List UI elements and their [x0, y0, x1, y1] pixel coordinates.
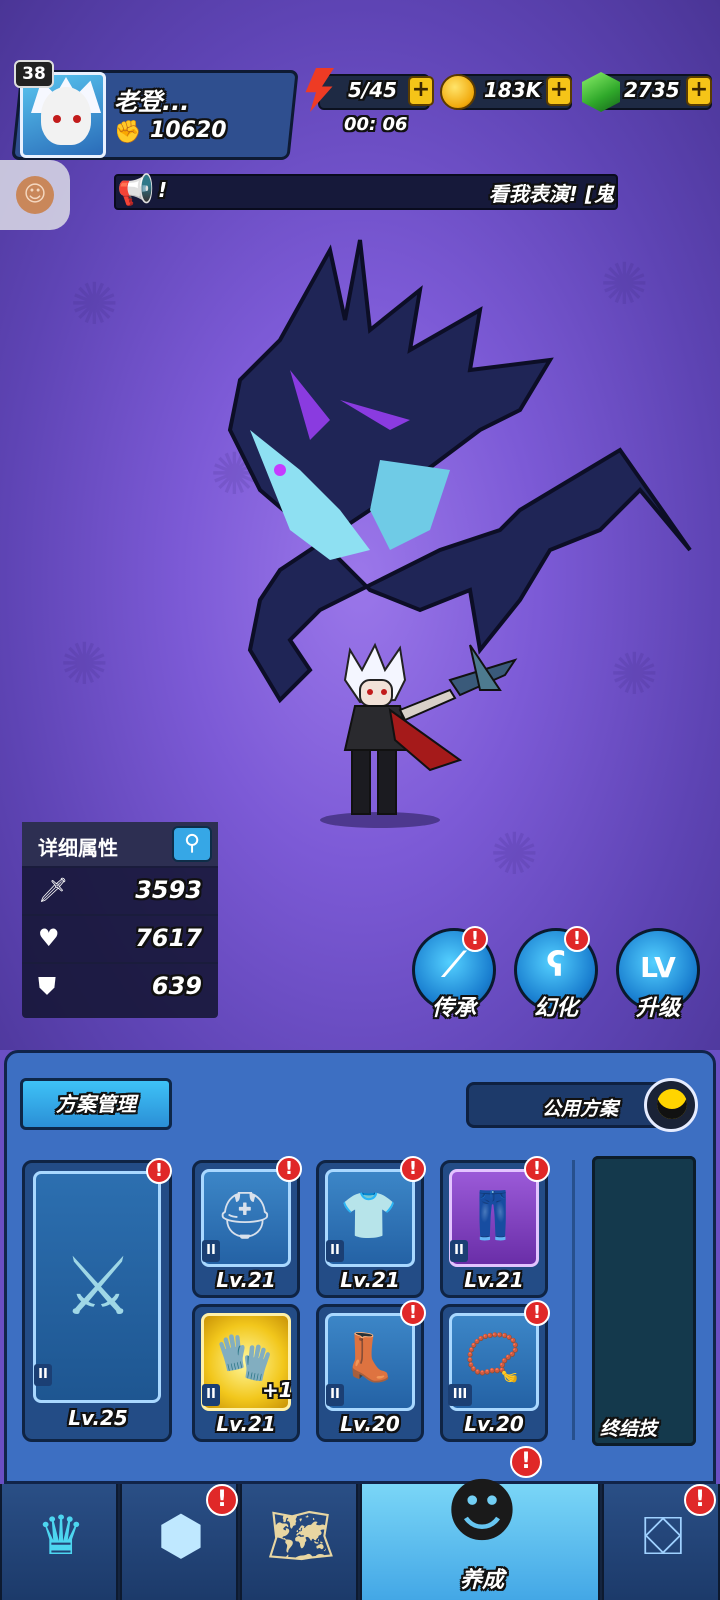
heart-icon: ♥: [38, 924, 60, 952]
inherit-icon: ⟋: [442, 945, 466, 985]
alert-badge: !: [276, 1156, 302, 1182]
sword-icon: 🗡: [38, 876, 69, 904]
alert-badge: !: [146, 1158, 172, 1184]
energy-timer: 00: 06: [344, 114, 408, 135]
hero-silhouette-icon: ☻: [445, 1470, 519, 1552]
alert-badge: !: [400, 1300, 426, 1326]
alert-badge: !: [206, 1484, 238, 1516]
gold-coin-icon: [440, 74, 476, 110]
stat-row-defense: ⛊ 639: [22, 962, 218, 1008]
ultimate-skill-label: 终结技: [600, 1418, 658, 1440]
gem-value: 2735: [624, 78, 680, 102]
search-icon: ⚲: [183, 831, 201, 856]
necklace-icon: 📿: [464, 1330, 522, 1384]
announcement-text: 看我表演! [鬼: [488, 182, 614, 206]
stats-title: 详细属性: [38, 836, 118, 860]
player-level-badge: 38: [14, 60, 54, 88]
level-up-icon: LV: [640, 951, 676, 984]
necklace-level: Lv.20: [464, 1412, 524, 1436]
gauntlet-level: Lv.21: [216, 1412, 276, 1436]
hero-character: [320, 642, 518, 828]
nav-tab-battle[interactable]: ♛: [0, 1484, 118, 1600]
pants-icon: 👖: [464, 1188, 522, 1242]
accessibility-icon: ☺: [16, 176, 54, 214]
treasure-map-icon: 🗺: [266, 1504, 336, 1567]
pants-level: Lv.21: [464, 1268, 524, 1292]
defense-value: 639: [151, 972, 202, 1000]
fist-icon: ✊: [114, 120, 142, 145]
add-gold-button[interactable]: +: [546, 76, 572, 106]
alert-badge: !: [510, 1446, 542, 1478]
nav-tab-develop[interactable]: ☻ 养成: [360, 1470, 600, 1600]
stat-row-attack: 🗡 3593: [22, 866, 218, 912]
public-plan-label: 公用方案: [542, 1098, 619, 1120]
alert-badge: !: [462, 926, 488, 952]
shield-icon: ⛊: [38, 972, 56, 1000]
nav-tab-map[interactable]: 🗺: [240, 1484, 358, 1600]
inherit-label: 传承: [431, 996, 476, 1021]
alert-badge: !: [564, 926, 590, 952]
player-power: 10620: [150, 118, 227, 143]
boots-level: Lv.20: [340, 1412, 400, 1436]
alert-badge: !: [684, 1484, 716, 1516]
alert-badge: !: [524, 1156, 550, 1182]
helmet-icon: ⛑: [215, 1188, 275, 1242]
public-plan-avatar: [644, 1078, 698, 1132]
dragon-head-icon: ʕ: [546, 945, 566, 985]
alert-badge: !: [524, 1300, 550, 1326]
bg-pattern-icon: ✺: [490, 820, 539, 888]
megaphone-icon: 📢: [117, 173, 155, 208]
weapon-tier: II: [34, 1364, 52, 1386]
boots-tier: II: [326, 1384, 344, 1406]
armor-tier: II: [326, 1240, 344, 1262]
gauntlet-tier: II: [202, 1384, 220, 1406]
energy-value: 5/45: [348, 78, 398, 102]
transform-label: 幻化: [533, 996, 578, 1021]
battle-icon: ♛: [36, 1504, 86, 1567]
player-name: 老登...: [114, 88, 190, 116]
plan-management-button[interactable]: 方案管理: [20, 1078, 172, 1130]
nav-tab-develop-label: 养成: [459, 1568, 504, 1593]
crossbow-icon: ⚔: [62, 1240, 134, 1333]
pants-tier: II: [450, 1240, 468, 1262]
bg-pattern-icon: ✺: [70, 270, 119, 338]
helmet-tier: II: [202, 1240, 220, 1262]
accessibility-tab[interactable]: ☺: [0, 160, 70, 230]
armor-level: Lv.21: [340, 1268, 400, 1292]
add-energy-button[interactable]: +: [408, 76, 434, 106]
panel-divider: [572, 1160, 575, 1440]
bg-pattern-icon: ✺: [60, 630, 109, 698]
announcement-prefix: !: [158, 178, 168, 202]
gauntlet-bonus: +1: [262, 1378, 293, 1402]
add-gem-button[interactable]: +: [686, 76, 712, 106]
gauntlet-icon: 🧤: [216, 1330, 274, 1384]
helmet-level: Lv.21: [216, 1268, 276, 1292]
boots-icon: 👢: [340, 1330, 398, 1384]
attack-value: 3593: [135, 876, 202, 904]
alert-badge: !: [400, 1156, 426, 1182]
stats-detail-button[interactable]: ⚲: [172, 826, 212, 862]
upgrade-label: 升级: [635, 996, 680, 1021]
hp-value: 7617: [135, 924, 202, 952]
stat-row-hp: ♥ 7617: [22, 914, 218, 960]
gold-value: 183K: [484, 78, 542, 102]
armor-icon: 👕: [340, 1188, 398, 1242]
necklace-tier: III: [448, 1384, 472, 1406]
ultimate-skill-icon: [592, 1156, 696, 1446]
weapon-level: Lv.25: [68, 1406, 128, 1430]
